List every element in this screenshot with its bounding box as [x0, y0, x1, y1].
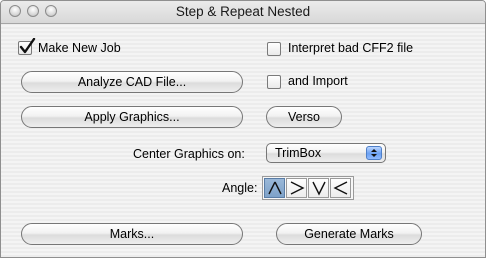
verso-button[interactable]: Verso: [266, 106, 342, 128]
updown-arrows-icon: [366, 146, 382, 160]
interpret-cff2-checkbox[interactable]: [267, 42, 281, 56]
title-bar[interactable]: Step & Repeat Nested: [1, 1, 485, 24]
checkmark-icon: [19, 38, 36, 54]
make-new-job-label: Make New Job: [38, 41, 121, 55]
triangle-left-icon: [333, 181, 348, 195]
angle-left-button[interactable]: [330, 178, 351, 198]
triangle-right-icon: [290, 181, 305, 195]
triangle-up-icon: [268, 181, 282, 195]
angle-down-button[interactable]: [308, 178, 329, 198]
analyze-cad-file-button[interactable]: Analyze CAD File...: [21, 71, 243, 93]
angle-label: Angle:: [222, 181, 258, 195]
and-import-label: and Import: [288, 74, 348, 88]
marks-button[interactable]: Marks...: [21, 223, 243, 245]
angle-right-button[interactable]: [286, 178, 307, 198]
generate-marks-button[interactable]: Generate Marks: [276, 223, 422, 245]
triangle-down-icon: [312, 181, 326, 196]
and-import-checkbox[interactable]: [267, 75, 281, 89]
angle-segmented-control: [262, 176, 354, 200]
apply-graphics-button[interactable]: Apply Graphics...: [21, 106, 243, 128]
angle-up-button[interactable]: [264, 178, 285, 198]
interpret-cff2-label: Interpret bad CFF2 file: [288, 41, 414, 55]
make-new-job-checkbox[interactable]: [18, 38, 36, 55]
window-title: Step & Repeat Nested: [175, 4, 311, 19]
dialog-window: Step & Repeat Nested Make New Job Interp…: [0, 0, 486, 258]
center-graphics-label: Center Graphics on:: [133, 147, 245, 161]
center-graphics-value: TrimBox: [275, 146, 322, 160]
center-graphics-select[interactable]: TrimBox: [266, 143, 386, 163]
